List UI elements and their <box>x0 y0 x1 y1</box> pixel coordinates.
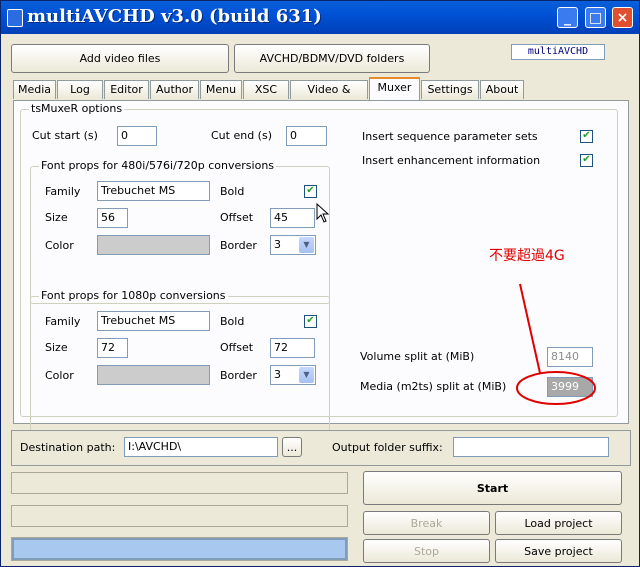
tab-muxer[interactable]: Muxer <box>369 77 420 100</box>
annotation-circle <box>516 371 596 405</box>
close-button[interactable]: × <box>612 7 633 28</box>
mouse-cursor-icon <box>316 203 330 223</box>
tab-video-audio[interactable]: Video & Audio <box>290 80 368 114</box>
tab-editor[interactable]: Editor <box>104 80 149 99</box>
app-icon <box>7 9 23 27</box>
app-window: multiAVCHD v3.0 (build 631) _ □ × Add vi… <box>0 0 640 567</box>
progress-bar-2 <box>11 505 348 527</box>
destination-label: Destination path: <box>20 441 116 454</box>
suffix-label: Output folder suffix: <box>332 441 443 454</box>
tab-media[interactable]: Media <box>13 80 56 99</box>
start-button[interactable]: Start <box>363 471 622 505</box>
annotation-arrow <box>519 283 541 374</box>
destination-input[interactable]: I:\AVCHD\ <box>124 437 278 457</box>
minimize-button[interactable]: _ <box>557 7 578 28</box>
app-logo: multiAVCHD <box>511 44 605 60</box>
tab-log[interactable]: Log <box>57 80 103 99</box>
tab-author[interactable]: Author <box>150 80 199 99</box>
stop-button[interactable]: Stop <box>363 539 490 563</box>
tab-about[interactable]: About <box>480 80 524 99</box>
window-body: Add video files AVCHD/BDMV/DVD folders m… <box>1 34 639 566</box>
tab-settings[interactable]: Settings <box>421 80 479 99</box>
avchd-folders-button[interactable]: AVCHD/BDMV/DVD folders <box>234 44 430 73</box>
suffix-input[interactable] <box>453 437 609 457</box>
tab-xsc[interactable]: XSC <box>243 80 289 99</box>
annotation-overlay <box>516 283 596 405</box>
title-bar[interactable]: multiAVCHD v3.0 (build 631) _ □ × <box>1 1 639 34</box>
add-video-files-button[interactable]: Add video files <box>11 44 229 73</box>
save-project-button[interactable]: Save project <box>495 539 622 563</box>
progress-bar-3 <box>11 537 348 561</box>
window-title: multiAVCHD v3.0 (build 631) <box>27 6 322 27</box>
browse-button[interactable]: ... <box>282 437 302 457</box>
muxer-panel: tsMuxeR options Cut start (s) 0 Cut end … <box>13 100 629 434</box>
tab-menu[interactable]: Menu <box>200 80 242 99</box>
progress-fill <box>12 538 347 560</box>
destination-frame: Destination path: I:\AVCHD\ ... Output f… <box>11 430 631 466</box>
progress-bar-1 <box>11 472 348 494</box>
maximize-button[interactable]: □ <box>585 7 606 28</box>
break-button[interactable]: Break <box>363 511 490 535</box>
load-project-button[interactable]: Load project <box>495 511 622 535</box>
